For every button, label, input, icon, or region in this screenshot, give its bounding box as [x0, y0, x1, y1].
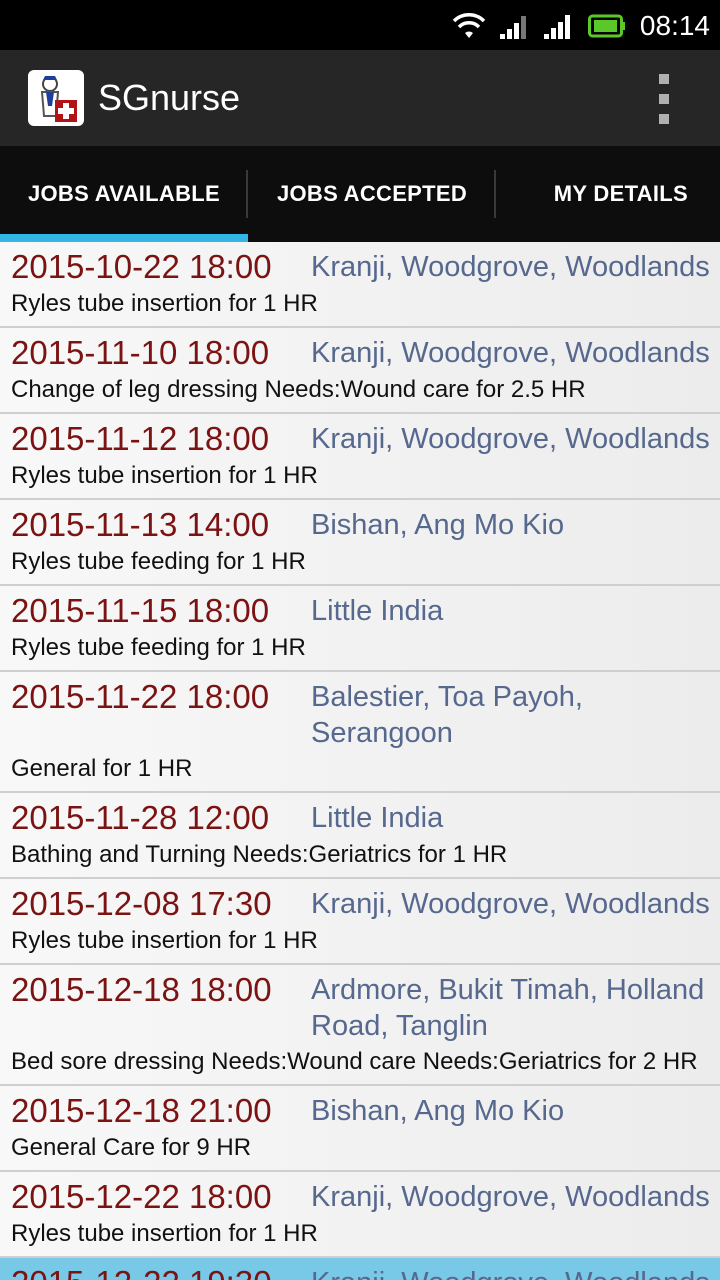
job-row[interactable]: 2015-11-28 12:00 Little India Bathing an…	[0, 793, 720, 879]
job-datetime: 2015-10-22 18:00	[11, 248, 272, 285]
job-location: Bishan, Ang Mo Kio	[311, 509, 565, 541]
job-description: Change of leg dressing Needs:Wound care …	[11, 376, 586, 403]
job-row[interactable]: 2015-11-12 18:00 Kranji, Woodgrove, Wood…	[0, 414, 720, 500]
status-time: 08:14	[639, 10, 710, 41]
overflow-menu-icon[interactable]	[648, 74, 680, 124]
job-row[interactable]: 2015-11-13 14:00 Bishan, Ang Mo Kio Ryle…	[0, 500, 720, 586]
tab-bar: JOBS AVAILABLE JOBS ACCEPTED MY DETAILS	[0, 146, 720, 242]
action-bar: SGnurse	[0, 50, 720, 146]
job-datetime: 2015-11-13 14:00	[11, 506, 270, 543]
job-datetime: 2015-11-15 18:00	[11, 592, 270, 629]
tab-label: MY DETAILS	[553, 181, 688, 206]
job-datetime: 2015-11-28 12:00	[11, 799, 270, 836]
job-row[interactable]: 2015-12-18 18:00 Ardmore, Bukit Timah, H…	[0, 965, 720, 1086]
job-row[interactable]: 2015-12-18 21:00 Bishan, Ang Mo Kio Gene…	[0, 1086, 720, 1172]
job-datetime: 2015-12-18 18:00	[11, 971, 272, 1008]
job-description: Ryles tube feeding for 1 HR	[11, 548, 306, 575]
status-bar: 08:14	[0, 0, 720, 50]
job-location: Kranji, Woodgrove, Woodlands	[311, 1264, 720, 1280]
job-description: Ryles tube feeding for 1 HR	[11, 634, 306, 661]
job-datetime: 2015-12-08 17:30	[11, 885, 272, 922]
job-location: Kranji, Woodgrove, Woodlands	[311, 337, 710, 369]
job-description: Ryles tube insertion for 1 HR	[11, 1220, 318, 1247]
job-location: Bishan, Ang Mo Kio	[311, 1095, 565, 1127]
job-datetime: 2015-12-22 19:30	[11, 1264, 311, 1280]
job-description: Ryles tube insertion for 1 HR	[11, 927, 318, 954]
app-logo-icon[interactable]	[28, 70, 84, 126]
job-datetime: 2015-11-12 18:00	[11, 420, 270, 457]
status-icons: 08:14	[452, 8, 710, 44]
tab-label: JOBS ACCEPTED	[276, 181, 468, 206]
tab-my-details[interactable]: MY DETAILS	[496, 146, 720, 242]
job-location: Kranji, Woodgrove, Woodlands	[311, 423, 710, 455]
job-row[interactable]: 2015-10-22 18:00 Kranji, Woodgrove, Wood…	[0, 242, 720, 328]
signal-icon	[543, 15, 570, 39]
job-location: Balestier, Toa Payoh, Serangoon	[311, 681, 583, 749]
tab-jobs-accepted[interactable]: JOBS ACCEPTED	[248, 146, 496, 242]
job-row[interactable]: 2015-11-15 18:00 Little India Ryles tube…	[0, 586, 720, 672]
job-datetime: 2015-12-22 18:00	[11, 1178, 272, 1215]
job-description: Bed sore dressing Needs:Wound care Needs…	[11, 1048, 698, 1075]
job-location: Ardmore, Bukit Timah, Holland Road, Tang…	[311, 974, 705, 1042]
job-description: General for 1 HR	[11, 755, 193, 782]
app-title: SGnurse	[98, 77, 241, 118]
selected-tab-indicator	[0, 234, 248, 242]
job-datetime: 2015-12-18 21:00	[11, 1092, 272, 1129]
job-row[interactable]: 2015-12-22 18:00 Kranji, Woodgrove, Wood…	[0, 1172, 720, 1258]
jobs-list[interactable]: 2015-10-22 18:00 Kranji, Woodgrove, Wood…	[0, 242, 720, 1280]
job-location: Little India	[311, 595, 444, 627]
tab-label: JOBS AVAILABLE	[27, 181, 221, 206]
signal-icon	[499, 16, 526, 39]
job-location: Kranji, Woodgrove, Woodlands	[311, 888, 710, 920]
job-row[interactable]: 2015-11-10 18:00 Kranji, Woodgrove, Wood…	[0, 328, 720, 414]
job-location: Kranji, Woodgrove, Woodlands	[311, 1181, 710, 1213]
battery-icon	[587, 14, 625, 38]
wifi-icon	[452, 13, 486, 38]
job-location: Little India	[311, 802, 444, 834]
job-description: Ryles tube insertion for 1 HR	[11, 290, 318, 317]
job-description: Ryles tube insertion for 1 HR	[11, 462, 318, 489]
job-location: Kranji, Woodgrove, Woodlands	[311, 251, 710, 283]
job-row[interactable]: 2015-12-08 17:30 Kranji, Woodgrove, Wood…	[0, 879, 720, 965]
job-row[interactable]: 2015-11-22 18:00 Balestier, Toa Payoh, S…	[0, 672, 720, 793]
job-description: General Care for 9 HR	[11, 1134, 252, 1161]
job-datetime: 2015-11-10 18:00	[11, 334, 270, 371]
tab-jobs-available[interactable]: JOBS AVAILABLE	[0, 146, 248, 242]
job-datetime: 2015-11-22 18:00	[11, 678, 270, 715]
job-description: Bathing and Turning Needs:Geriatrics for…	[11, 841, 508, 868]
job-row-selected[interactable]: 2015-12-22 19:30 Kranji, Woodgrove, Wood…	[0, 1258, 720, 1280]
